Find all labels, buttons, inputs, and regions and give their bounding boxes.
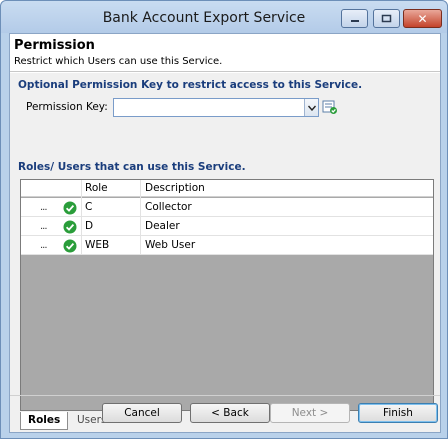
role-description: Collector xyxy=(145,201,192,213)
role-description: Dealer xyxy=(145,220,180,232)
role-code: D xyxy=(85,220,94,232)
check-circle-icon xyxy=(63,201,77,215)
column-header-description[interactable]: Description xyxy=(145,182,205,194)
page-subtitle: Restrict which Users can use this Servic… xyxy=(14,56,223,67)
permission-key-input[interactable] xyxy=(113,98,319,117)
column-header-role[interactable]: Role xyxy=(85,182,108,194)
column-divider xyxy=(81,180,82,255)
cancel-button[interactable]: Cancel xyxy=(102,403,182,423)
roles-section-label: Roles/ Users that can use this Service. xyxy=(18,161,246,173)
dialog-window: Bank Account Export Service ✕ Permission… xyxy=(0,0,448,439)
row-menu-icon[interactable]: ... xyxy=(40,221,60,232)
title-bar[interactable]: Bank Account Export Service ✕ xyxy=(1,1,447,33)
maximize-button[interactable] xyxy=(373,9,400,28)
role-code: WEB xyxy=(85,239,110,251)
role-description: Web User xyxy=(145,239,196,251)
grid-header: Role Description xyxy=(21,180,433,197)
check-circle-icon xyxy=(63,220,77,234)
permission-section-label: Optional Permission Key to restrict acce… xyxy=(18,79,363,91)
finish-button[interactable]: Finish xyxy=(358,403,438,423)
check-circle-icon xyxy=(63,239,77,253)
row-menu-icon[interactable]: ... xyxy=(40,202,60,213)
wizard-client-area: Permission Restrict which Users can use … xyxy=(9,33,441,433)
table-row[interactable]: ... WEB Web User xyxy=(21,236,433,255)
minimize-button[interactable] xyxy=(341,9,368,28)
next-button: Next > xyxy=(270,403,350,423)
table-row[interactable]: ... D Dealer xyxy=(21,217,433,236)
restore-icon xyxy=(381,14,392,23)
permission-key-dropdown[interactable] xyxy=(304,99,318,116)
close-icon: ✕ xyxy=(417,11,428,26)
tab-roles[interactable]: Roles xyxy=(20,412,69,430)
wizard-body: Optional Permission Key to restrict acce… xyxy=(10,73,440,432)
footer-divider xyxy=(10,395,440,396)
column-divider xyxy=(140,180,141,255)
permission-key-label: Permission Key: xyxy=(26,101,108,113)
chevron-down-icon xyxy=(307,105,316,111)
close-button[interactable]: ✕ xyxy=(403,9,442,28)
table-row[interactable]: ... C Collector xyxy=(21,198,433,217)
row-menu-icon[interactable]: ... xyxy=(40,240,60,251)
permission-lookup-icon[interactable] xyxy=(322,99,338,115)
minimize-icon xyxy=(350,19,359,22)
roles-grid[interactable]: Role Description ... C Collector ... D D… xyxy=(20,179,434,411)
wizard-header: Permission Restrict which Users can use … xyxy=(10,34,440,72)
page-title: Permission xyxy=(14,38,95,53)
role-code: C xyxy=(85,201,93,213)
back-button[interactable]: < Back xyxy=(190,403,270,423)
